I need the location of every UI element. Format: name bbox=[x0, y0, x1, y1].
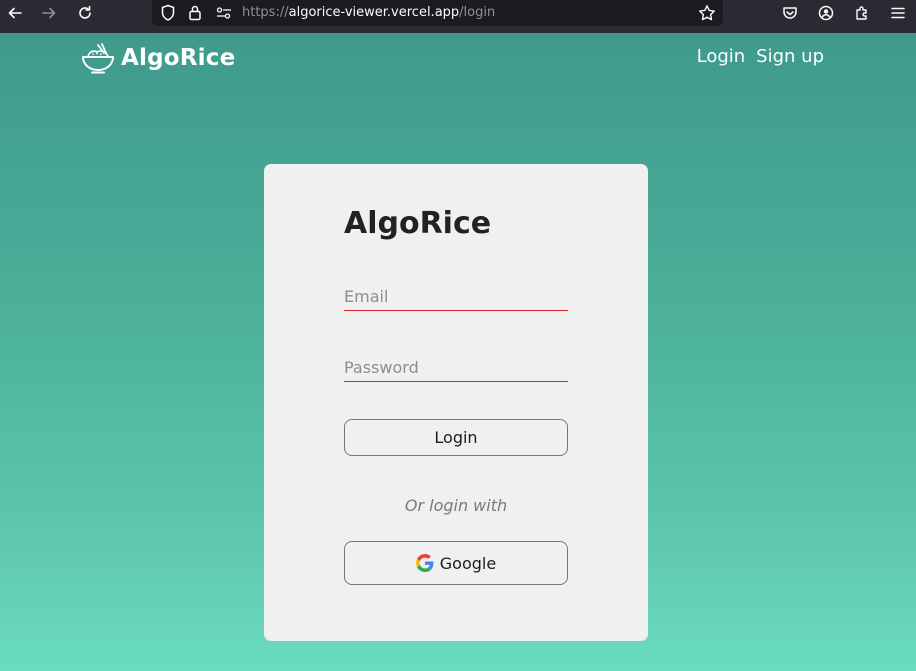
email-input[interactable] bbox=[344, 283, 568, 311]
extensions-button[interactable] bbox=[847, 0, 877, 26]
rice-bowl-icon bbox=[82, 43, 114, 74]
login-button[interactable]: Login bbox=[344, 419, 568, 456]
menu-button[interactable] bbox=[883, 0, 913, 26]
page-content: AlgoRice Login Sign up AlgoRice Login Or… bbox=[0, 33, 916, 671]
forward-button[interactable] bbox=[34, 0, 64, 26]
brand-name: AlgoRice bbox=[121, 45, 236, 71]
or-login-with-text: Or login with bbox=[404, 496, 508, 515]
password-input[interactable] bbox=[344, 354, 568, 382]
browser-toolbar: https://algorice-viewer.vercel.app/login bbox=[0, 0, 916, 33]
lock-icon[interactable] bbox=[188, 4, 202, 22]
extensions-icon bbox=[856, 6, 867, 20]
login-card: AlgoRice Login Or login with Google bbox=[264, 164, 648, 641]
reload-button[interactable] bbox=[70, 0, 100, 26]
url-path: /login bbox=[459, 5, 496, 20]
forward-arrow-icon bbox=[42, 7, 56, 19]
nav-login-link[interactable]: Login bbox=[697, 45, 746, 69]
shield-icon[interactable] bbox=[160, 4, 176, 22]
pocket-button[interactable] bbox=[775, 0, 805, 26]
pocket-icon bbox=[783, 7, 797, 19]
url-text[interactable]: https://algorice-viewer.vercel.app/login bbox=[242, 5, 495, 21]
google-icon bbox=[415, 554, 434, 572]
google-button-label: Google bbox=[439, 553, 497, 573]
permissions-icon[interactable] bbox=[216, 6, 232, 20]
google-login-button[interactable]: Google bbox=[344, 541, 568, 585]
back-button[interactable] bbox=[0, 0, 30, 26]
bookmark-star-icon[interactable] bbox=[698, 4, 716, 22]
brand-logo-link[interactable]: AlgoRice bbox=[81, 42, 235, 74]
reload-icon bbox=[79, 5, 91, 19]
url-host: algorice-viewer.vercel.app bbox=[288, 5, 460, 20]
url-bar[interactable]: https://algorice-viewer.vercel.app/login bbox=[152, 0, 723, 26]
nav-signup-link[interactable]: Sign up bbox=[756, 45, 824, 69]
account-icon bbox=[818, 5, 834, 21]
card-title: AlgoRice bbox=[344, 206, 492, 241]
menu-icon bbox=[891, 7, 905, 19]
header-nav: Login Sign up bbox=[697, 45, 824, 69]
account-button[interactable] bbox=[811, 0, 841, 26]
back-arrow-icon bbox=[8, 7, 22, 19]
url-scheme: https:// bbox=[242, 5, 289, 20]
